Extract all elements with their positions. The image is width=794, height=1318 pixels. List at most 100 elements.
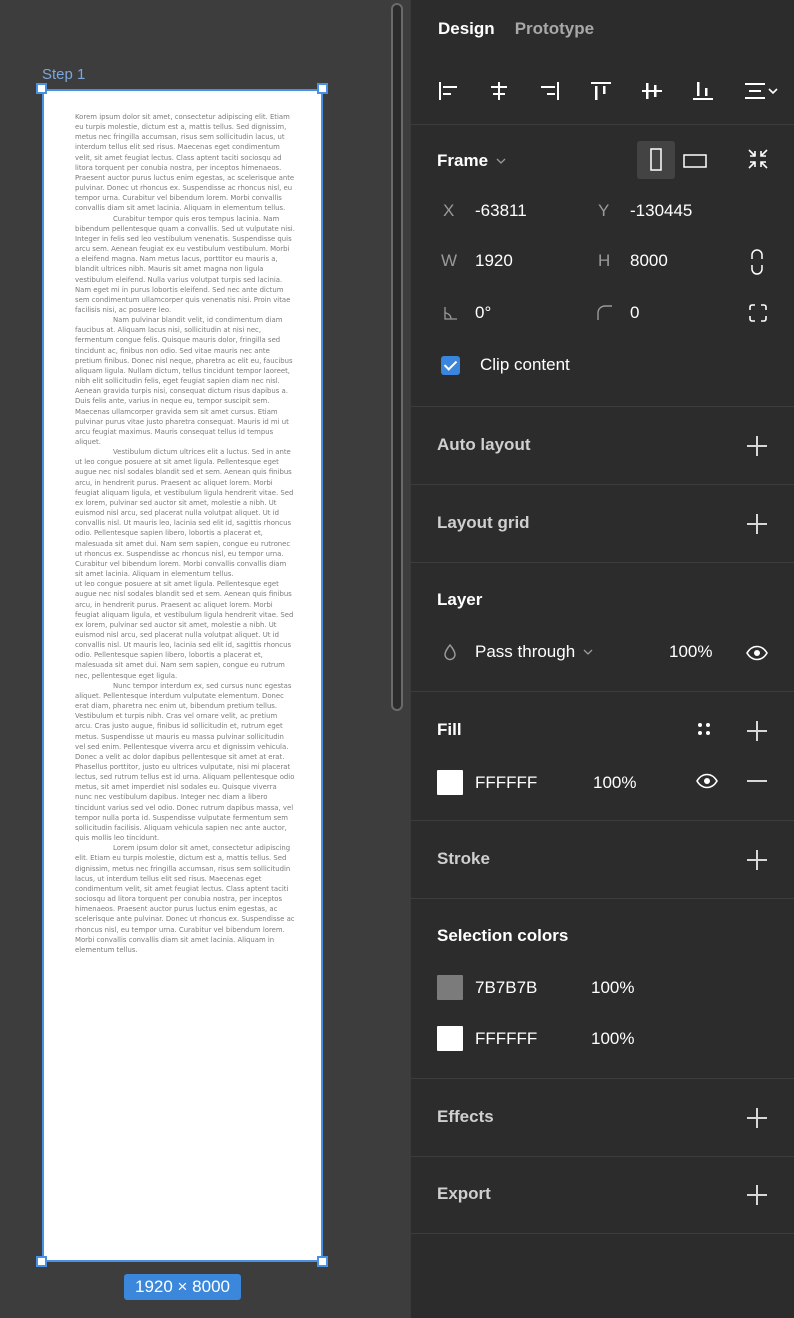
stroke-section: Stroke: [411, 821, 794, 899]
auto-layout-section: Auto layout: [411, 407, 794, 485]
y-input[interactable]: -130445: [630, 201, 692, 221]
h-label: H: [598, 251, 611, 270]
layout-grid-section: Layout grid: [411, 485, 794, 563]
vertical-scrollbar[interactable]: [391, 3, 403, 711]
frame-paragraph: Vestibulum dictum ultrices elit a luctus…: [75, 448, 294, 579]
canvas[interactable]: Step 1 Korem ipsum dolor sit amet, conse…: [0, 0, 410, 1318]
align-bottom-icon: [693, 81, 713, 100]
distribute-more-button[interactable]: [743, 75, 794, 107]
panel-tabs: Design Prototype: [411, 0, 794, 57]
x-input[interactable]: -63811: [475, 201, 527, 221]
add-auto-layout-button[interactable]: [747, 436, 767, 456]
resize-handle-bottom-left[interactable]: [36, 1256, 47, 1267]
remove-fill-button[interactable]: [747, 780, 767, 782]
layer-title: Layer: [437, 590, 483, 609]
selection-color-hex[interactable]: FFFFFF: [475, 1029, 591, 1049]
eye-icon: [746, 645, 768, 661]
y-label: Y: [598, 201, 610, 220]
align-right-icon: [541, 81, 559, 100]
frame-paragraph: Lorem ipsum dolor sit amet, consectetur …: [75, 844, 295, 954]
align-horizontal-center-icon: [491, 81, 507, 100]
corner-radius-input[interactable]: 0: [630, 303, 639, 323]
selection-colors-title: Selection colors: [437, 926, 569, 945]
collapse-icon: [748, 149, 768, 169]
selection-color-item[interactable]: FFFFFF 100%: [437, 1026, 634, 1051]
frame-section: Frame X -63811 Y -130445 W 1920 H 8000 0…: [411, 125, 794, 407]
resize-handle-top-right[interactable]: [317, 83, 328, 94]
align-left-button[interactable]: [437, 75, 488, 107]
export-section: Export: [411, 1157, 794, 1234]
fill-hex-input[interactable]: FFFFFF: [475, 773, 593, 793]
distribute-spacing-icon: [745, 82, 778, 99]
effects-section: Effects: [411, 1079, 794, 1157]
frame-paragraph: Curabitur tempor quis eros tempus lacini…: [75, 214, 295, 314]
rotation-input[interactable]: 0°: [475, 303, 491, 323]
independent-corners-icon: [749, 304, 767, 322]
constrain-proportions-button[interactable]: [750, 249, 764, 275]
auto-layout-title: Auto layout: [437, 435, 531, 454]
landscape-orientation-button[interactable]: [677, 141, 715, 179]
fill-opacity-input[interactable]: 100%: [593, 773, 636, 793]
align-left-icon: [439, 81, 457, 100]
add-fill-button[interactable]: [747, 721, 767, 741]
selection-color-hex[interactable]: 7B7B7B: [475, 978, 591, 998]
align-bottom-button[interactable]: [692, 75, 743, 107]
selection-color-opacity[interactable]: 100%: [591, 1029, 634, 1049]
resize-handle-bottom-right[interactable]: [317, 1256, 328, 1267]
frame-paragraph: ut leo congue posuere at sit amet ligula…: [75, 580, 294, 680]
layer-opacity-input[interactable]: 100%: [669, 642, 712, 662]
portrait-orientation-button[interactable]: [637, 141, 675, 179]
layer-section: Layer Pass through 100%: [411, 563, 794, 692]
layer-visibility-toggle[interactable]: [746, 645, 768, 666]
add-export-button[interactable]: [747, 1185, 767, 1205]
add-effect-button[interactable]: [747, 1108, 767, 1128]
blend-mode-drop-icon: [444, 643, 456, 661]
stroke-title: Stroke: [437, 849, 490, 868]
rotation-icon: [444, 307, 457, 320]
clip-content-label: Clip content: [480, 355, 570, 374]
export-title: Export: [437, 1184, 491, 1203]
add-layout-grid-button[interactable]: [747, 514, 767, 534]
fill-section: Fill FFFFFF 100%: [411, 692, 794, 821]
frame-paragraph: Nunc tempor interdum ex, sed cursus nunc…: [75, 681, 295, 843]
frame-name-label[interactable]: Step 1: [42, 66, 85, 83]
tab-design[interactable]: Design: [438, 19, 495, 39]
fill-styles-button[interactable]: [695, 720, 713, 743]
landscape-icon: [683, 154, 707, 168]
alignment-toolbar: [411, 57, 794, 125]
selection-color-item[interactable]: 7B7B7B 100%: [437, 975, 634, 1000]
w-label: W: [441, 251, 458, 270]
resize-handle-top-left[interactable]: [36, 83, 47, 94]
align-top-button[interactable]: [590, 75, 641, 107]
frame-paragraph: Nam pulvinar blandit velit, id condiment…: [75, 316, 293, 446]
link-proportions-icon: [751, 249, 763, 275]
selection-color-swatch[interactable]: [437, 1026, 463, 1051]
frame-paragraph: Korem ipsum dolor sit amet, consectetur …: [75, 113, 295, 213]
selection-color-opacity[interactable]: 100%: [591, 978, 634, 998]
w-input[interactable]: 1920: [475, 251, 513, 271]
selected-frame[interactable]: Korem ipsum dolor sit amet, consectetur …: [42, 89, 323, 1262]
fill-visibility-toggle[interactable]: [696, 773, 718, 794]
properties-panel: Design Prototype Frame X -63811 Y -13044…: [410, 0, 794, 1318]
tab-prototype[interactable]: Prototype: [515, 19, 594, 39]
align-horizontal-center-button[interactable]: [488, 75, 539, 107]
x-label: X: [443, 201, 455, 220]
fill-title: Fill: [437, 720, 462, 739]
align-right-button[interactable]: [539, 75, 590, 107]
fill-color-swatch[interactable]: [437, 770, 463, 795]
chevron-down-icon: [583, 649, 593, 655]
frame-size-badge: 1920 × 8000: [124, 1274, 241, 1300]
blend-mode-dropdown[interactable]: Pass through: [475, 642, 575, 662]
align-vertical-center-button[interactable]: [641, 75, 692, 107]
align-vertical-center-icon: [642, 82, 662, 99]
independent-corners-button[interactable]: [748, 303, 768, 323]
add-stroke-button[interactable]: [747, 850, 767, 870]
selection-color-swatch[interactable]: [437, 975, 463, 1000]
clip-content-checkbox[interactable]: [441, 355, 460, 375]
h-input[interactable]: 8000: [630, 251, 668, 271]
frame-type-dropdown[interactable]: Frame: [437, 151, 488, 171]
effects-title: Effects: [437, 1107, 494, 1126]
align-top-icon: [591, 81, 611, 100]
chevron-down-icon: [496, 158, 506, 164]
resize-to-fit-button[interactable]: [746, 147, 770, 171]
